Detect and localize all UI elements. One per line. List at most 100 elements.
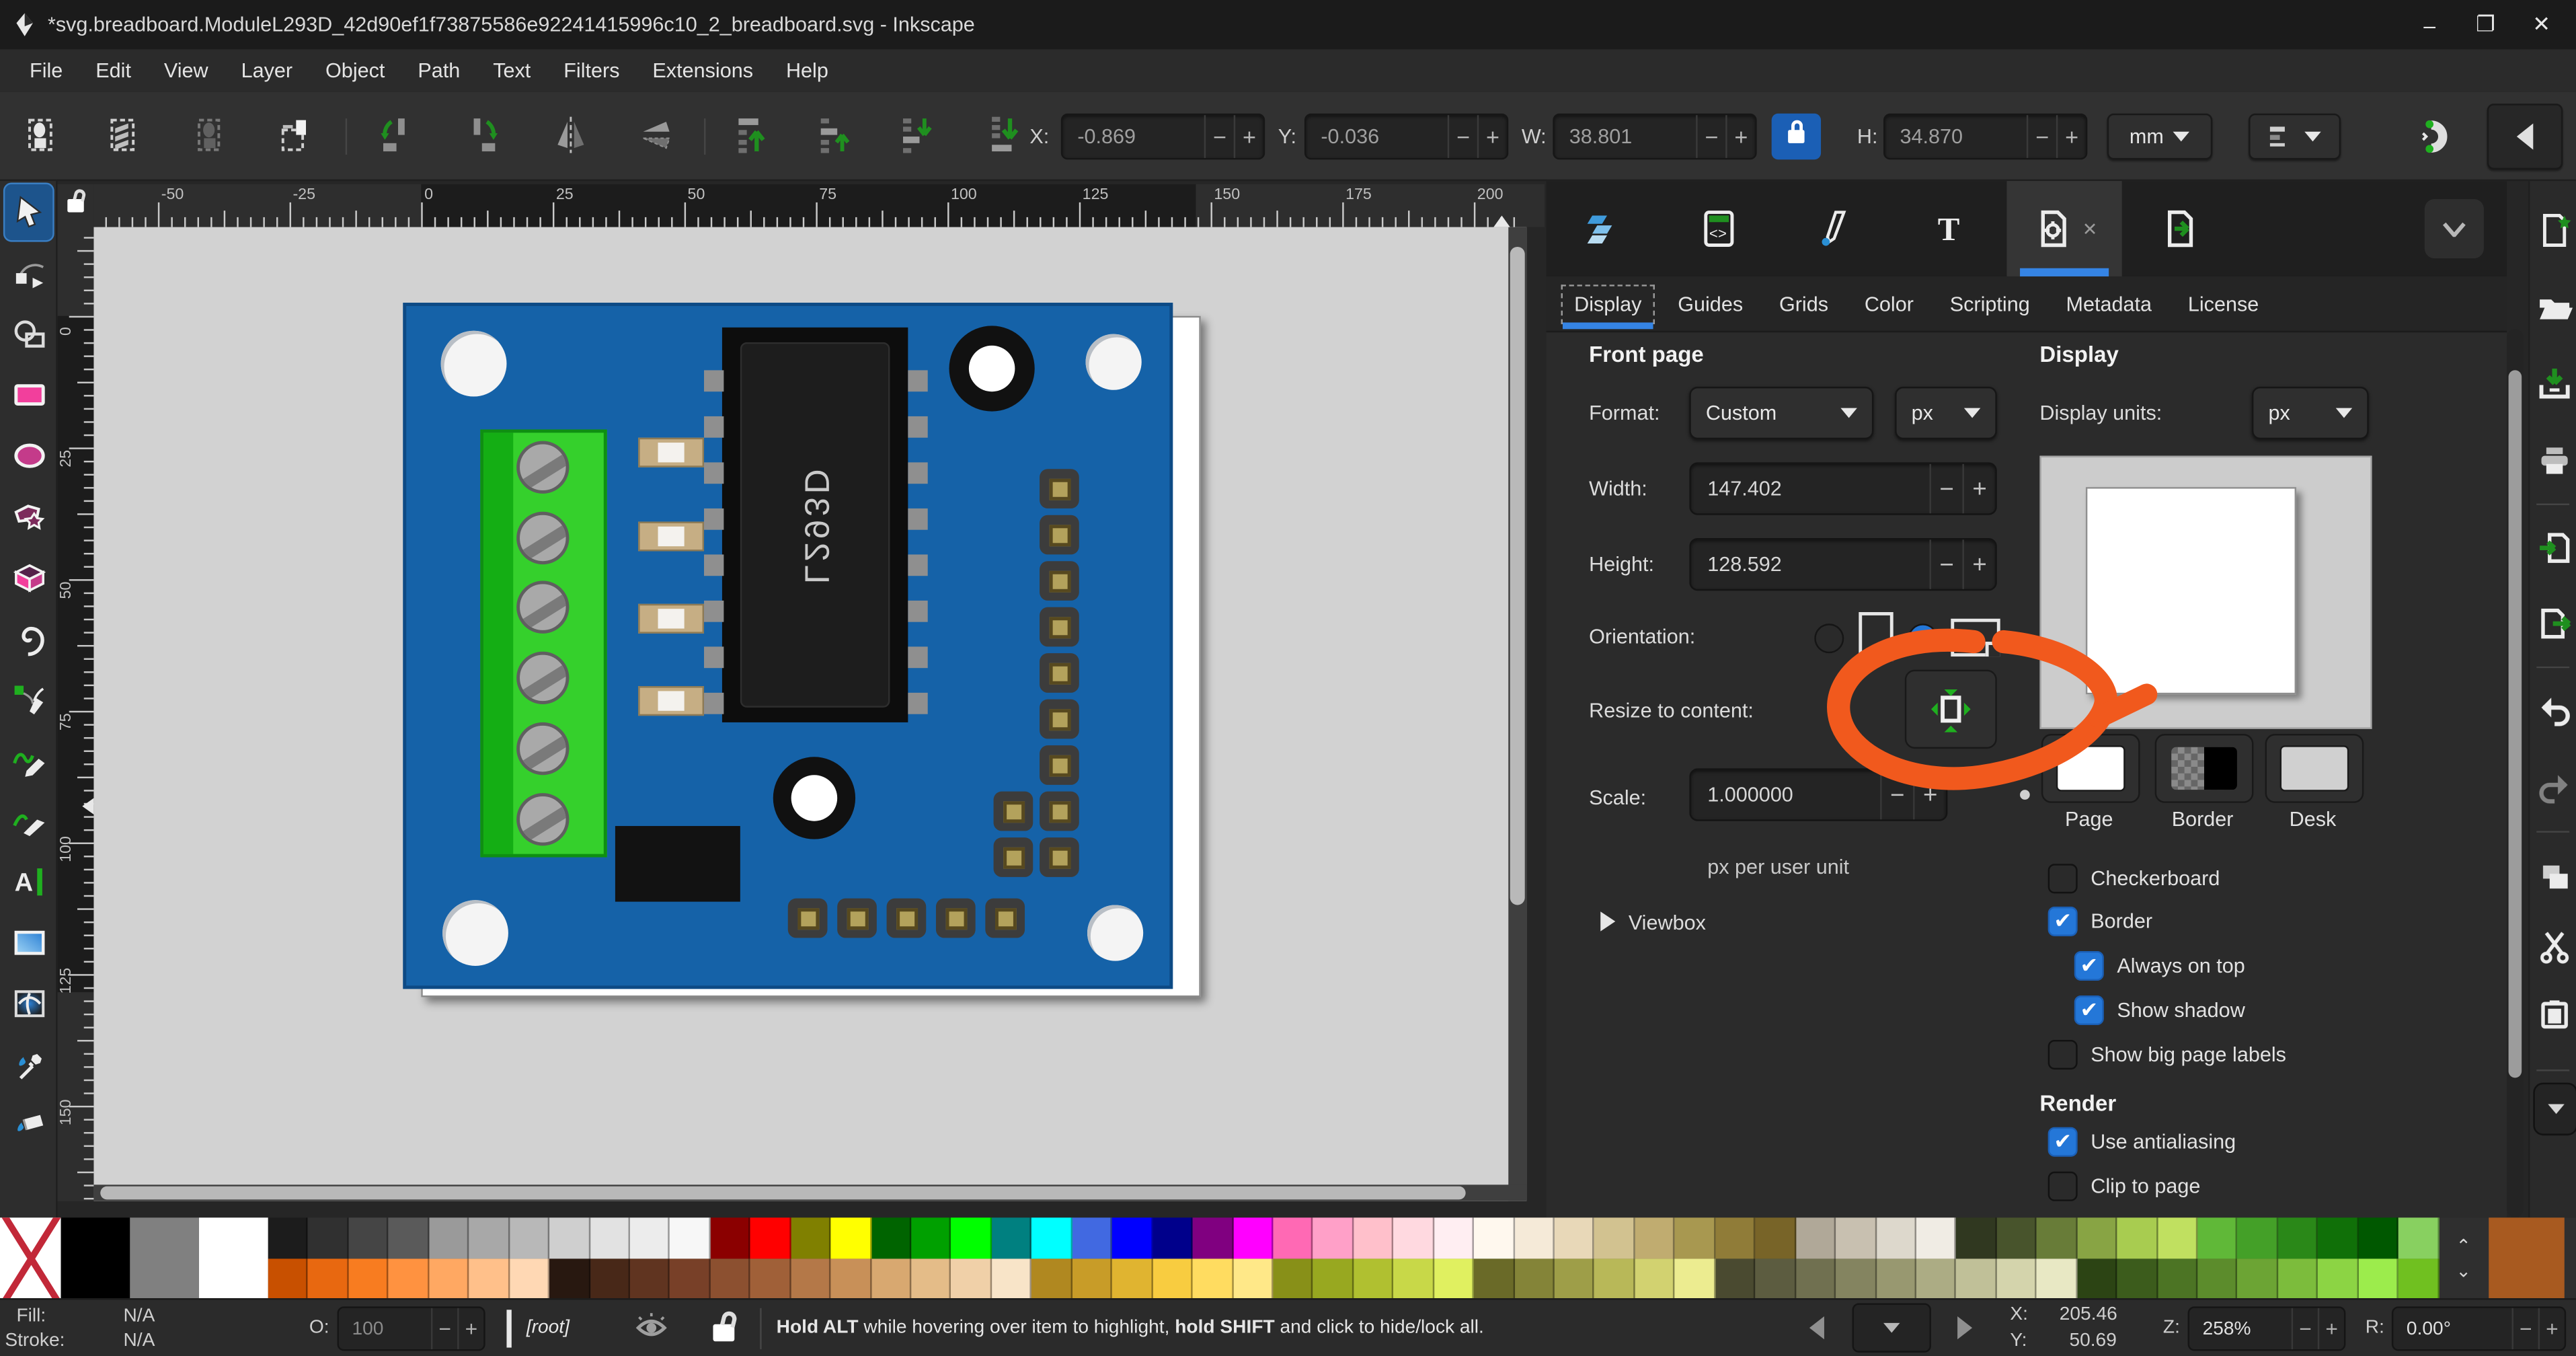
color-swatch[interactable] <box>710 1258 750 1298</box>
gray-swatch[interactable] <box>130 1217 199 1298</box>
checkbox-border[interactable]: ✔Border <box>2048 907 2152 936</box>
dialog-overflow-dropdown[interactable] <box>2425 199 2484 258</box>
color-swatch[interactable] <box>1795 1217 1836 1258</box>
layer-lock-icon[interactable] <box>715 1313 732 1347</box>
paste-button[interactable] <box>2532 992 2576 1037</box>
new-document-button[interactable] <box>2532 207 2576 252</box>
color-swatch[interactable] <box>348 1217 389 1258</box>
no-color-swatch[interactable] <box>0 1217 61 1298</box>
tool-mesh-gradient[interactable] <box>3 974 54 1033</box>
color-swatch[interactable] <box>1273 1258 1313 1298</box>
white-swatch[interactable] <box>199 1217 268 1298</box>
deselect-button[interactable] <box>191 114 234 157</box>
current-layer-label[interactable]: [root] <box>526 1318 570 1337</box>
color-swatch[interactable] <box>389 1258 429 1298</box>
color-swatch[interactable] <box>630 1217 670 1258</box>
color-swatch[interactable] <box>750 1217 791 1258</box>
color-swatch[interactable] <box>1474 1258 1514 1298</box>
color-swatch[interactable] <box>1675 1258 1715 1298</box>
tool-calligraphy[interactable] <box>3 792 54 851</box>
color-swatch[interactable] <box>1756 1258 1796 1298</box>
color-swatch[interactable] <box>791 1258 831 1298</box>
color-swatch[interactable] <box>389 1217 429 1258</box>
color-swatch[interactable] <box>1394 1258 1434 1298</box>
color-swatch[interactable] <box>2077 1217 2117 1258</box>
color-swatch[interactable] <box>1635 1258 1675 1298</box>
color-swatch[interactable] <box>1795 1258 1836 1298</box>
import-button[interactable] <box>2532 525 2576 569</box>
color-swatch[interactable] <box>1032 1258 1072 1298</box>
color-swatch[interactable] <box>1555 1258 1595 1298</box>
scaling-options-dropdown[interactable] <box>2249 114 2341 159</box>
width-field[interactable]: 38.801−+ <box>1553 114 1756 159</box>
dialog-tab-xml-editor[interactable]: <> <box>1662 181 1777 276</box>
color-swatch[interactable] <box>1394 1217 1434 1258</box>
color-swatch[interactable] <box>1957 1217 1997 1258</box>
color-swatch[interactable] <box>1032 1217 1072 1258</box>
color-swatch[interactable] <box>2037 1258 2077 1298</box>
color-swatch[interactable] <box>2278 1217 2318 1258</box>
color-swatch[interactable] <box>549 1217 590 1258</box>
color-swatch[interactable] <box>2157 1258 2197 1298</box>
color-swatch[interactable] <box>1514 1258 1555 1298</box>
checkbox-box[interactable]: ✔ <box>2074 995 2104 1025</box>
color-swatch[interactable] <box>2358 1217 2398 1258</box>
color-swatch[interactable] <box>590 1258 630 1298</box>
menu-extensions[interactable]: Extensions <box>636 52 770 89</box>
print-button[interactable] <box>2532 438 2576 482</box>
vertical-ruler[interactable]: 0255075100125150 <box>58 227 94 1201</box>
color-swatch[interactable] <box>1555 1217 1595 1258</box>
tool-box-3d[interactable] <box>3 548 54 607</box>
tool-pencil[interactable] <box>3 730 54 790</box>
tab-display[interactable]: Display <box>1559 282 1656 326</box>
toolbar-overflow-dropdown[interactable] <box>2533 1083 2576 1135</box>
export-button[interactable] <box>2532 601 2576 645</box>
color-swatch[interactable] <box>1072 1217 1112 1258</box>
color-swatch[interactable] <box>2037 1217 2077 1258</box>
color-swatch[interactable] <box>791 1217 831 1258</box>
color-swatch[interactable] <box>1675 1217 1715 1258</box>
tool-text[interactable]: A <box>3 852 54 911</box>
color-swatch[interactable] <box>469 1258 510 1298</box>
checkbox-show-big-page-labels[interactable]: Show big page labels <box>2048 1040 2286 1069</box>
tool-shape-builder[interactable] <box>3 305 54 364</box>
desk-color-button[interactable] <box>2265 734 2364 803</box>
color-swatch[interactable] <box>1193 1258 1233 1298</box>
checkbox-box[interactable]: ✔ <box>2074 951 2104 981</box>
snap-toggle-button[interactable] <box>2413 115 2456 158</box>
restore-button[interactable]: ❐ <box>2458 0 2513 49</box>
statusbar-dropdown[interactable] <box>1852 1303 1931 1352</box>
tool-gradient[interactable] <box>3 913 54 973</box>
tool-star[interactable] <box>3 487 54 546</box>
next-item-arrow-icon[interactable] <box>1957 1316 1972 1339</box>
color-swatch[interactable] <box>348 1258 389 1298</box>
copy-button[interactable] <box>2532 854 2576 899</box>
dialog-tab-export-dialog[interactable] <box>2122 181 2237 276</box>
color-swatch[interactable] <box>710 1217 750 1258</box>
zoom-field[interactable]: 258%−+ <box>2188 1306 2346 1351</box>
color-swatch[interactable] <box>1836 1258 1876 1298</box>
dialog-tab-document-properties[interactable]: ✕ <box>2006 181 2121 276</box>
opacity-field[interactable]: 100−+ <box>337 1306 485 1351</box>
menu-text[interactable]: Text <box>477 52 547 89</box>
resize-to-content-button[interactable] <box>1905 670 1997 749</box>
raise-to-top-button[interactable] <box>730 114 773 157</box>
format-units-dropdown[interactable]: px <box>1895 387 1997 439</box>
color-swatch[interactable] <box>2238 1258 2278 1298</box>
color-swatch[interactable] <box>630 1258 670 1298</box>
color-swatch[interactable] <box>2077 1258 2117 1298</box>
flip-vertical-button[interactable] <box>635 114 678 157</box>
color-swatch[interactable] <box>1153 1258 1193 1298</box>
tab-guides[interactable]: Guides <box>1663 282 1758 326</box>
redo-button[interactable] <box>2532 765 2576 810</box>
tool-spiral[interactable] <box>3 609 54 668</box>
color-swatch[interactable] <box>1434 1258 1474 1298</box>
color-swatch[interactable] <box>670 1258 711 1298</box>
color-swatch[interactable] <box>549 1258 590 1298</box>
lock-aspect-ratio-toggle[interactable] <box>1772 114 1821 159</box>
select-all-button[interactable] <box>23 114 66 157</box>
color-swatch[interactable] <box>951 1217 992 1258</box>
scale-field[interactable]: 1.000000−+ <box>1689 768 1947 821</box>
undo-button[interactable] <box>2532 688 2576 732</box>
color-swatch[interactable] <box>309 1258 349 1298</box>
